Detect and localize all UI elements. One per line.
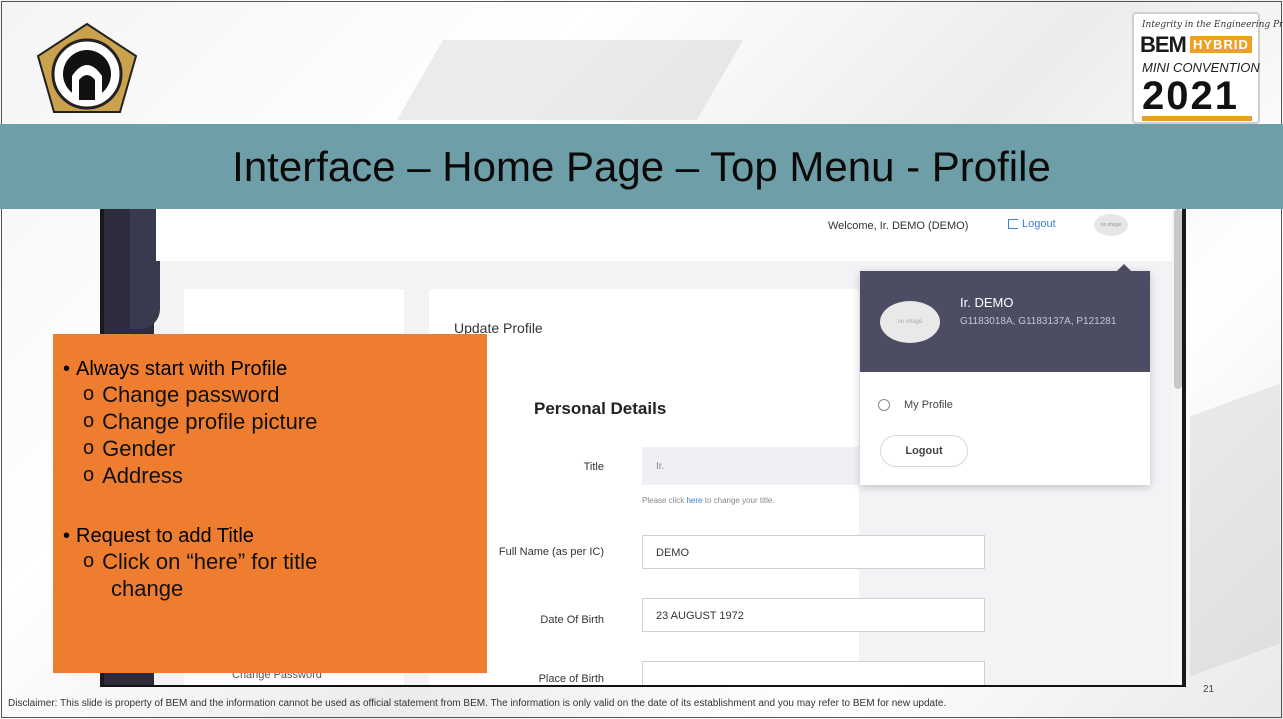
logo-tagline: Integrity in the Engineering Profession bbox=[1142, 20, 1283, 30]
dropdown-avatar: no image bbox=[880, 301, 940, 343]
dob-value: 23 AUGUST 1972 bbox=[656, 610, 744, 622]
logout-icon bbox=[1008, 219, 1018, 229]
sub-item-text: Change password bbox=[102, 382, 280, 407]
logo-year: 2021 bbox=[1142, 74, 1239, 118]
sub-bullet-icon: o bbox=[83, 550, 95, 572]
bullet-title: • Request to add Title bbox=[63, 525, 487, 548]
fullname-value: DEMO bbox=[656, 547, 689, 559]
sub-item-text: Click on “here” for title bbox=[102, 549, 318, 574]
instructions-callout: • Always start with Profile o Change passw… bbox=[53, 334, 487, 673]
bem-convention-logo: Integrity in the Engineering Profession … bbox=[1132, 12, 1283, 124]
topbar-logout-label: Logout bbox=[1022, 218, 1056, 230]
my-profile-label: My Profile bbox=[904, 399, 953, 411]
bullet-profile-text: Always start with Profile bbox=[76, 358, 288, 380]
page-number: 21 bbox=[1203, 684, 1215, 695]
gear-icon bbox=[878, 399, 890, 411]
welcome-text: Welcome, Ir. DEMO (DEMO) bbox=[828, 220, 969, 232]
scrollbar-thumb[interactable] bbox=[1174, 209, 1182, 389]
change-title-link[interactable]: here bbox=[686, 496, 702, 505]
app-topbar bbox=[156, 209, 1182, 261]
sub-bullet-icon: o bbox=[83, 437, 95, 459]
title-hint: Please click here to change your title. bbox=[642, 496, 775, 505]
logo-band bbox=[1142, 116, 1252, 121]
personal-details-heading: Personal Details bbox=[534, 399, 667, 418]
sub-item: o Click on “here” for title bbox=[63, 548, 487, 575]
logo-hybrid-text: HYBRID bbox=[1190, 36, 1252, 53]
sub-bullet-icon: o bbox=[83, 410, 95, 432]
sub-item-text: Change profile picture bbox=[102, 409, 318, 434]
pob-field[interactable] bbox=[642, 661, 985, 685]
profile-dropdown-menu: no image Ir. DEMO G1183018A, G1183137A, … bbox=[860, 271, 1150, 485]
sub-item-continuation: change bbox=[63, 575, 487, 602]
avatar-placeholder-text: no image bbox=[1100, 222, 1122, 228]
bullet-title-text: Request to add Title bbox=[76, 525, 254, 547]
dropdown-user-name: Ir. DEMO bbox=[960, 295, 1014, 310]
disclaimer-text: Disclaimer: This slide is property of BE… bbox=[8, 698, 947, 709]
sub-item: o Change profile picture bbox=[63, 408, 487, 435]
fullname-field[interactable] bbox=[642, 535, 985, 569]
title-value: Ir. bbox=[656, 461, 665, 472]
bullet-dot: • bbox=[63, 525, 71, 547]
my-profile-menu-item[interactable]: My Profile bbox=[878, 399, 953, 411]
slide-title: Interface – Home Page – Top Menu - Profi… bbox=[232, 142, 1051, 190]
logo-bem-text: BEM bbox=[1140, 32, 1187, 57]
dropdown-logout-button[interactable]: Logout bbox=[880, 435, 968, 467]
page-scrollbar[interactable] bbox=[1172, 209, 1182, 685]
dropdown-user-ids: G1183018A, G1183137A, P121281 bbox=[960, 316, 1117, 327]
user-avatar-button[interactable]: no image bbox=[1094, 214, 1128, 236]
sub-item-text: Address bbox=[102, 463, 183, 488]
topbar-logout-link[interactable]: Logout bbox=[1008, 218, 1056, 230]
sub-bullet-icon: o bbox=[83, 464, 95, 486]
sub-item-text: change bbox=[111, 576, 184, 601]
dropdown-avatar-text: no image bbox=[897, 319, 923, 325]
title-band: Interface – Home Page – Top Menu - Profi… bbox=[0, 124, 1283, 209]
hint-text-after: to change your title. bbox=[704, 496, 775, 505]
hint-text-before: Please click bbox=[642, 496, 685, 505]
sub-item: o Gender bbox=[63, 435, 487, 462]
sub-item: o Address bbox=[63, 462, 487, 489]
logo-mini-convention: MINI CONVENTION bbox=[1142, 60, 1260, 75]
dropdown-header: no image Ir. DEMO G1183018A, G1183137A, … bbox=[860, 271, 1150, 372]
sub-item: o Change password bbox=[63, 381, 487, 408]
sub-item-text: Gender bbox=[102, 436, 176, 461]
bem-seal-logo bbox=[32, 20, 142, 120]
bullet-profile: • Always start with Profile bbox=[63, 358, 487, 381]
pob-label: Place of Birth bbox=[538, 673, 604, 685]
bullet-dot: • bbox=[63, 358, 71, 380]
sub-bullet-icon: o bbox=[83, 383, 95, 405]
